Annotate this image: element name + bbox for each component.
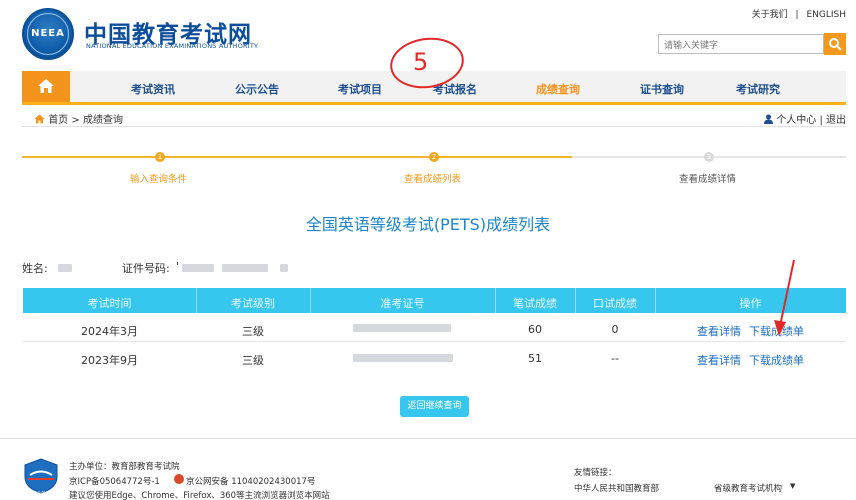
nav-item-exam-projects[interactable]: 考试项目 xyxy=(338,81,382,97)
search-button[interactable] xyxy=(824,33,846,55)
chevron-down-icon[interactable]: ▼ xyxy=(790,482,795,490)
breadcrumb: 首页 > 成绩查询 xyxy=(34,111,123,126)
breadcrumb-current: 成绩查询 xyxy=(82,115,123,126)
breadcrumb-divider xyxy=(22,126,846,127)
home-icon xyxy=(38,79,54,93)
annotation-arrow xyxy=(774,259,795,336)
id-label: 证件号码: xyxy=(122,262,170,275)
step-1-label: 输入查询条件 xyxy=(130,174,188,185)
column-header-admission-no: 准考证号 xyxy=(380,297,425,310)
user-links: 个人中心 | 退出 xyxy=(764,111,846,126)
admission-no-redacted xyxy=(353,354,453,362)
table-cell-time: 2023年9月 xyxy=(81,354,138,367)
search-icon xyxy=(829,38,842,51)
user-separator: | xyxy=(819,115,823,126)
step-2-label: 查看成绩列表 xyxy=(404,174,462,185)
about-link[interactable]: 关于我们 xyxy=(752,10,788,20)
view-details-link[interactable]: 查看详情 xyxy=(697,323,741,339)
step-2-dot: 2 xyxy=(429,152,439,162)
footer-links-label: 友情链接： xyxy=(574,468,617,478)
step-3-label: 查看成绩详情 xyxy=(679,174,737,185)
logo-text: NEEA xyxy=(31,28,65,39)
footer-divider xyxy=(0,438,856,439)
row-divider xyxy=(23,341,846,342)
footer-browser-note: 建议您使用Edge、Chrome、Firefox、360等主流浏览器浏览本网站 xyxy=(69,491,330,500)
badge-text: 事业单位 xyxy=(32,492,50,497)
back-continue-query-button[interactable]: 返回继续查询 xyxy=(400,396,469,417)
nav-item-exam-news[interactable]: 考试资讯 xyxy=(131,81,175,97)
footer-icp[interactable]: 京ICP备05064772号-1 xyxy=(69,475,160,487)
personal-center-link[interactable]: 个人中心 xyxy=(776,115,816,126)
nav-home-button[interactable] xyxy=(22,71,70,102)
name-label: 姓名: xyxy=(22,262,48,275)
step-3-dot: 3 xyxy=(704,152,714,162)
nav-item-announcements[interactable]: 公示公告 xyxy=(235,81,279,97)
id-value-redacted-2 xyxy=(222,264,268,272)
table-cell-time: 2024年3月 xyxy=(81,325,138,338)
top-links: 关于我们 | ENGLISH xyxy=(752,7,846,20)
column-header-written-score: 笔试成绩 xyxy=(513,297,557,310)
nav-item-exam-research[interactable]: 考试研究 xyxy=(736,81,780,97)
breadcrumb-separator: > xyxy=(71,115,80,126)
home-icon xyxy=(34,114,45,124)
user-icon xyxy=(764,114,774,124)
download-transcript-link[interactable]: 下载成绩单 xyxy=(749,352,804,368)
badge-shield-icon xyxy=(24,458,58,494)
provincial-exam-dropdown[interactable]: 省级教育考试机构 xyxy=(714,482,782,494)
nav-item-score-query[interactable]: 成绩查询 xyxy=(536,81,580,97)
admission-no-redacted xyxy=(353,324,451,332)
annotation-number: 5 xyxy=(413,48,429,76)
table-cell-written: 60 xyxy=(528,323,542,336)
progress-line-done xyxy=(22,156,572,158)
footer-host: 主办单位：教育部教育考试院 xyxy=(69,462,180,472)
step-1-dot: 1 xyxy=(155,152,165,162)
table-cell-oral: -- xyxy=(611,352,619,365)
id-prefix: ' xyxy=(176,260,180,273)
public-institution-badge[interactable] xyxy=(23,458,59,494)
column-header-level: 考试级别 xyxy=(231,297,275,310)
breadcrumb-home[interactable]: 首页 xyxy=(48,115,68,126)
page-title: 全国英语等级考试(PETS)成绩列表 xyxy=(305,215,551,234)
english-link[interactable]: ENGLISH xyxy=(806,10,846,20)
police-emblem-icon xyxy=(174,474,184,484)
column-header-oral-score: 口试成绩 xyxy=(593,297,637,310)
column-header-actions: 操作 xyxy=(739,297,762,310)
logout-link[interactable]: 退出 xyxy=(826,115,846,126)
site-subtitle: NATIONAL EDUCATION EXAMINATIONS AUTHORIT… xyxy=(86,42,259,50)
name-value-redacted xyxy=(58,264,72,272)
search-input[interactable]: 请输入关键字 xyxy=(658,34,824,54)
table-cell-written: 51 xyxy=(528,352,542,365)
nav-item-certificate-query[interactable]: 证书查询 xyxy=(640,81,684,97)
column-header-exam-time: 考试时间 xyxy=(87,297,132,310)
table-cell-oral: 0 xyxy=(611,323,619,336)
id-value-redacted-3 xyxy=(280,264,288,272)
footer-police-record[interactable]: 京公网安备 11040202430017号 xyxy=(186,475,315,487)
id-value-redacted-1 xyxy=(182,264,214,272)
link-ministry-of-education[interactable]: 中华人民共和国教育部 xyxy=(574,482,659,494)
table-cell-level: 三级 xyxy=(242,354,264,367)
table-cell-level: 三级 xyxy=(242,325,264,338)
view-details-link[interactable]: 查看详情 xyxy=(697,352,741,368)
top-separator: | xyxy=(795,10,799,20)
